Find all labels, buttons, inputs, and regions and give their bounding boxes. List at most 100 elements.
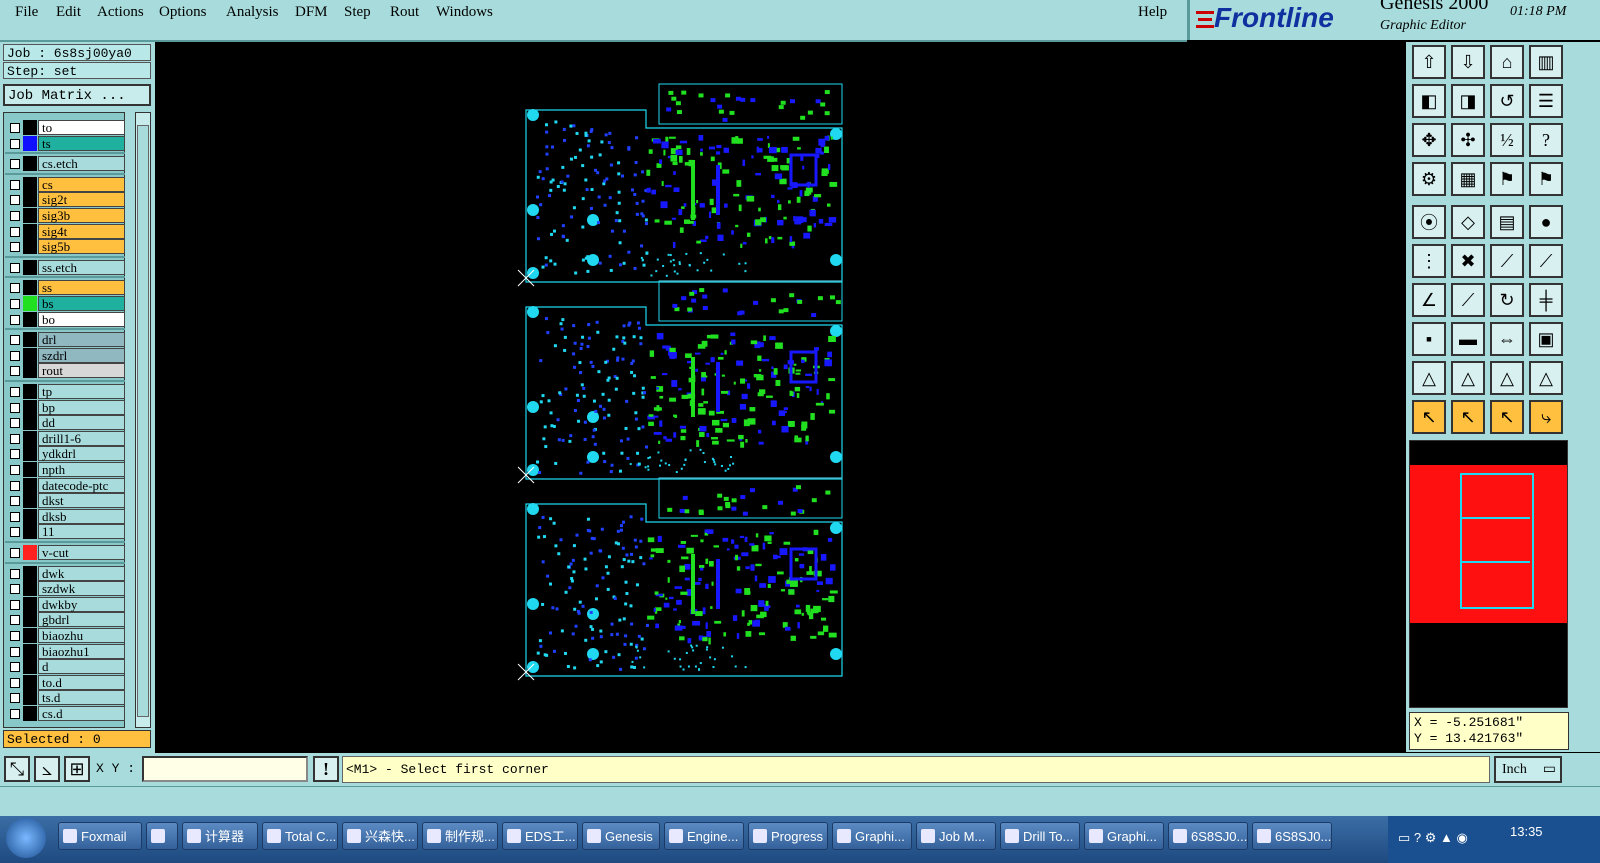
tool-button-icon[interactable]: △ xyxy=(1529,361,1563,395)
layer-row-datecode-ptc[interactable]: datecode-ptc xyxy=(7,477,125,493)
layer-checkbox[interactable] xyxy=(10,480,20,491)
tool-button-icon[interactable]: ✖ xyxy=(1451,244,1485,278)
tool-button-icon[interactable]: ∠ xyxy=(1412,283,1446,317)
layer-checkbox[interactable] xyxy=(10,211,20,221)
tool-button-icon[interactable]: ⋮ xyxy=(1412,244,1446,278)
layer-checkbox[interactable] xyxy=(10,350,20,361)
layer-checkbox[interactable] xyxy=(10,465,20,475)
layer-color-swatch[interactable] xyxy=(23,462,37,477)
layer-color-swatch[interactable] xyxy=(23,706,37,721)
tool-button-icon[interactable]: ↺ xyxy=(1490,84,1524,118)
layer-color-swatch[interactable] xyxy=(23,135,37,151)
layer-checkbox[interactable] xyxy=(10,226,20,237)
layer-row-gbdrl[interactable]: gbdrl xyxy=(7,612,125,628)
scrollbar-thumb[interactable] xyxy=(137,125,149,717)
layer-color-swatch[interactable] xyxy=(23,311,37,327)
layer-checkbox[interactable] xyxy=(10,179,20,190)
menu-step[interactable]: Step xyxy=(344,4,371,21)
layer-color-swatch[interactable] xyxy=(23,545,37,560)
taskbar-item[interactable]: Foxmail xyxy=(58,822,142,850)
layer-row-dd[interactable]: dd xyxy=(7,415,125,431)
tool-button-icon[interactable]: ▪ xyxy=(1412,322,1446,356)
tool-button-icon[interactable]: ╪ xyxy=(1529,283,1563,317)
tool-button-icon[interactable]: ▬ xyxy=(1451,322,1485,356)
units-selector[interactable]: Inch ▭ xyxy=(1494,756,1562,783)
layer-row-sig4t[interactable]: sig4t xyxy=(7,223,125,239)
layer-checkbox[interactable] xyxy=(10,449,20,460)
layer-checkbox[interactable] xyxy=(10,615,20,626)
menu-windows[interactable]: Windows xyxy=(436,4,493,21)
tool-button-icon[interactable]: ⟋ xyxy=(1451,283,1485,317)
layer-color-swatch[interactable] xyxy=(23,596,37,612)
layer-color-swatch[interactable] xyxy=(23,628,37,643)
layer-color-swatch[interactable] xyxy=(23,674,37,690)
layer-color-swatch[interactable] xyxy=(23,430,37,446)
tool-button-icon[interactable]: ◧ xyxy=(1412,84,1446,118)
layer-color-swatch[interactable] xyxy=(23,524,37,540)
layer-color-swatch[interactable] xyxy=(23,363,37,379)
layer-color-swatch[interactable] xyxy=(23,332,37,348)
menu-file[interactable]: File xyxy=(15,4,38,21)
layer-color-swatch[interactable] xyxy=(23,612,37,628)
layer-checkbox[interactable] xyxy=(10,299,20,309)
alert-icon[interactable]: ! xyxy=(313,756,339,782)
layer-color-swatch[interactable] xyxy=(23,296,37,311)
layer-checkbox[interactable] xyxy=(10,568,20,579)
tool-button-icon[interactable]: ⚙ xyxy=(1412,162,1446,196)
layer-color-swatch[interactable] xyxy=(23,208,37,223)
layer-checkbox[interactable] xyxy=(10,262,20,273)
layer-row-11[interactable]: 11 xyxy=(7,524,125,540)
layer-row-d[interactable]: d xyxy=(7,659,125,675)
layer-checkbox[interactable] xyxy=(10,283,20,294)
tool-button-icon[interactable]: ⇧ xyxy=(1412,45,1446,79)
layer-row-npth[interactable]: npth xyxy=(7,462,125,477)
layer-row-to.d[interactable]: to.d xyxy=(7,674,125,690)
layer-checkbox[interactable] xyxy=(10,511,20,522)
zoom-box-icon[interactable]: ⤡ xyxy=(4,756,30,782)
layer-checkbox[interactable] xyxy=(10,693,20,704)
tool-button-icon[interactable]: ▦ xyxy=(1451,162,1485,196)
layer-color-swatch[interactable] xyxy=(23,347,37,363)
layer-row-drill1-6[interactable]: drill1-6 xyxy=(7,430,125,446)
tool-button-icon[interactable]: ⇔ xyxy=(1490,322,1524,356)
layer-row-cs[interactable]: cs xyxy=(7,176,125,192)
layer-row-sig2t[interactable]: sig2t xyxy=(7,192,125,208)
start-button-icon[interactable] xyxy=(6,818,46,858)
taskbar-item[interactable]: 制作规... xyxy=(422,822,498,850)
tool-button-icon[interactable]: ▤ xyxy=(1490,205,1524,239)
tool-button-icon[interactable]: ⟋ xyxy=(1529,244,1563,278)
layer-row-cs.etch[interactable]: cs.etch xyxy=(7,156,125,172)
layer-checkbox[interactable] xyxy=(10,584,20,595)
layer-row-szdwk[interactable]: szdwk xyxy=(7,581,125,597)
tool-button-icon[interactable]: ▣ xyxy=(1529,322,1563,356)
layer-row-drl[interactable]: drl xyxy=(7,332,125,348)
layer-color-swatch[interactable] xyxy=(23,643,37,659)
layer-checkbox[interactable] xyxy=(10,335,20,346)
taskbar-item[interactable]: EDS工... xyxy=(502,822,578,850)
tool-button-icon[interactable]: ? xyxy=(1529,123,1563,157)
layer-checkbox[interactable] xyxy=(10,646,20,657)
layer-row-dwk[interactable]: dwk xyxy=(7,565,125,581)
layer-checkbox[interactable] xyxy=(10,138,20,149)
tool-button-icon[interactable]: ⚑ xyxy=(1490,162,1524,196)
layer-row-bp[interactable]: bp xyxy=(7,399,125,415)
tool-button-icon[interactable]: ● xyxy=(1529,205,1563,239)
layer-checkbox[interactable] xyxy=(10,548,20,558)
layer-color-swatch[interactable] xyxy=(23,399,37,415)
tool-button-icon[interactable]: ✥ xyxy=(1412,123,1446,157)
overview-map[interactable] xyxy=(1409,440,1568,708)
layer-row-cs.d[interactable]: cs.d xyxy=(7,706,125,721)
layer-checkbox[interactable] xyxy=(10,402,20,413)
taskbar-item[interactable]: Graphi... xyxy=(832,822,912,850)
layer-row-ss.etch[interactable]: ss.etch xyxy=(7,259,125,275)
layer-color-swatch[interactable] xyxy=(23,415,37,431)
layer-row-bo[interactable]: bo xyxy=(7,311,125,327)
tool-button-icon[interactable]: ◇ xyxy=(1451,205,1485,239)
layer-color-swatch[interactable] xyxy=(23,156,37,172)
tool-button-icon[interactable]: ⇩ xyxy=(1451,45,1485,79)
layer-row-sig3b[interactable]: sig3b xyxy=(7,208,125,223)
menu-options[interactable]: Options xyxy=(159,4,207,21)
layer-color-swatch[interactable] xyxy=(23,384,37,399)
layer-color-swatch[interactable] xyxy=(23,581,37,597)
tool-button-icon[interactable]: ↖ xyxy=(1412,400,1446,434)
